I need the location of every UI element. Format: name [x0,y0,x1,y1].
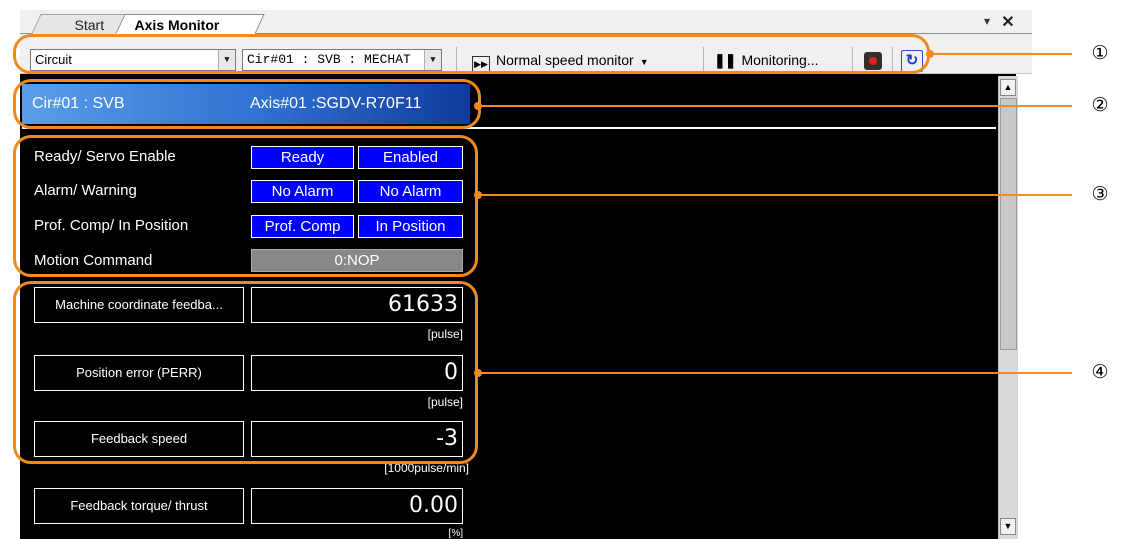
callout-number-1: ① [1091,43,1109,64]
callout-ring-monitors [13,281,478,464]
callout-leader [478,372,1072,374]
pin-dropdown-icon[interactable]: ▾ [980,14,994,30]
callout-leader [478,194,1072,196]
scroll-down-icon[interactable]: ▼ [1000,518,1016,535]
tab-strip: Start Axis Monitor [20,10,1032,34]
tab-axis-monitor-label: Axis Monitor [134,17,220,33]
callout-number-2: ② [1091,95,1109,116]
monitor-item-unit: [%] [448,528,463,539]
tab-axis-monitor[interactable]: Axis Monitor [115,14,265,34]
scrollbar-thumb[interactable] [1000,98,1017,350]
callout-dot [474,191,482,199]
monitor-item-label[interactable]: Feedback torque/ thrust [34,488,244,524]
close-icon[interactable]: ✕ [998,12,1018,32]
callout-number-3: ③ [1091,184,1109,205]
callout-dot [474,102,482,110]
callout-dot [474,369,482,377]
tab-start-label: Start [74,17,105,33]
callout-ring-header [13,79,481,129]
monitor-item-value: 0.00 [251,488,463,524]
callout-dot [926,50,934,58]
scroll-up-icon[interactable]: ▲ [1000,79,1016,96]
callout-leader [930,53,1072,55]
callout-ring-toolbar [13,34,930,74]
callout-ring-status [13,135,478,277]
callout-leader [478,105,1072,107]
callout-number-4: ④ [1091,362,1109,383]
